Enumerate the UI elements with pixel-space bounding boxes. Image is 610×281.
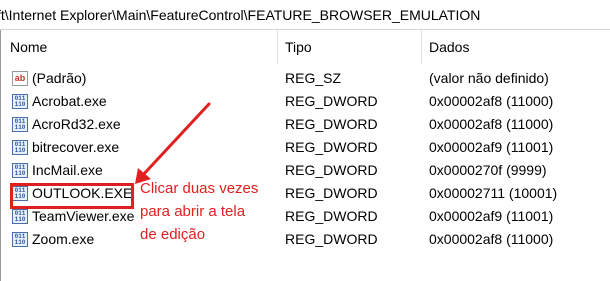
registry-path-text: ft\Internet Explorer\Main\FeatureControl… bbox=[0, 7, 481, 23]
registry-values-list: Nome Tipo Dados ab (Padrão) REG_SZ (valo… bbox=[0, 30, 610, 281]
annotation-arrow bbox=[135, 102, 211, 184]
registry-path-bar[interactable]: ft\Internet Explorer\Main\FeatureControl… bbox=[0, 0, 610, 30]
